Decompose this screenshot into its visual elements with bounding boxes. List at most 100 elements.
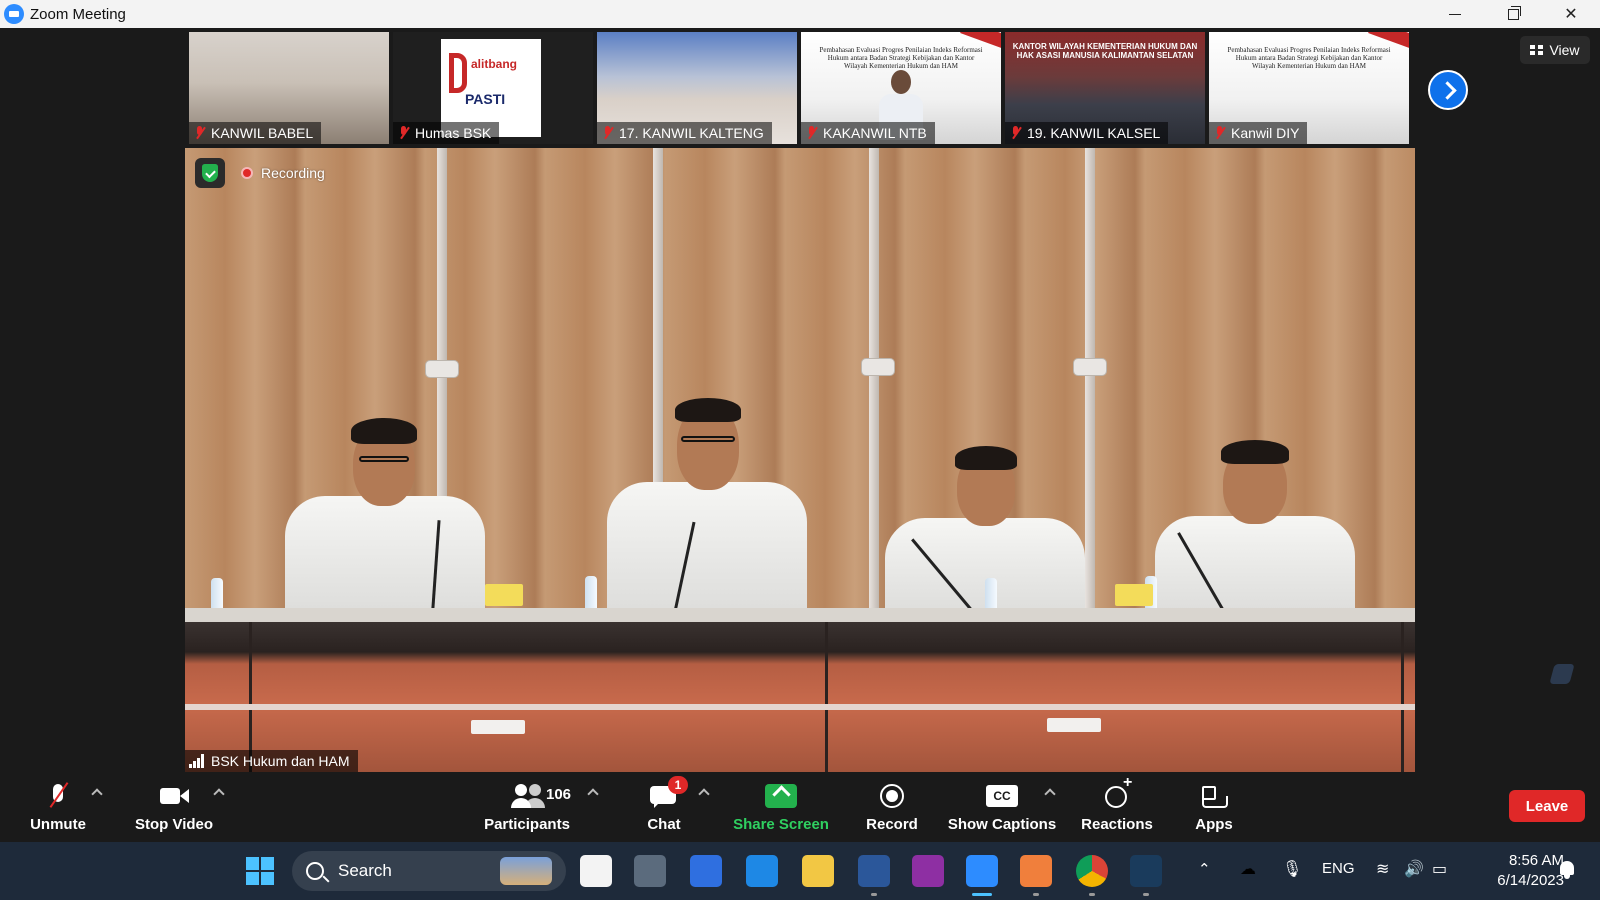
office-banner-text: KANTOR WILAYAH KEMENTERIAN HUKUM DAN HAK… <box>1012 42 1198 60</box>
show-hidden-icons-chevron-icon[interactable]: ⌃ <box>1198 860 1211 878</box>
minimize-button[interactable] <box>1426 0 1484 28</box>
muted-microphone-icon <box>38 780 78 812</box>
closed-captions-icon <box>982 780 1022 812</box>
show-captions-button[interactable]: Show Captions <box>948 780 1056 840</box>
reactions-label: Reactions <box>1081 816 1153 833</box>
record-label: Record <box>866 816 918 833</box>
water-bottle <box>585 576 597 610</box>
participants-options-chevron-icon[interactable] <box>587 788 599 800</box>
close-icon: ✕ <box>1564 6 1578 23</box>
water-bottle <box>985 578 997 612</box>
chrome-icon[interactable] <box>1076 855 1108 896</box>
tile-name-bar: KAKANWIL NTB <box>801 122 935 144</box>
file-explorer-icon[interactable] <box>802 855 834 887</box>
leave-button[interactable]: Leave <box>1509 790 1585 822</box>
window-title: Zoom Meeting <box>30 5 126 23</box>
video-options-chevron-icon[interactable] <box>213 788 225 800</box>
unmute-label: Unmute <box>30 816 86 833</box>
next-page-arrow-icon[interactable] <box>1428 70 1468 110</box>
snack-box <box>485 584 523 606</box>
notepad-icon[interactable] <box>746 855 778 887</box>
close-button[interactable]: ✕ <box>1542 0 1600 28</box>
taskbar-clock[interactable]: 8:56 AM 6/14/2023 <box>1468 851 1564 891</box>
zoom-taskbar-icon[interactable] <box>966 855 998 896</box>
logo-mark <box>449 53 467 93</box>
app-launcher-icon[interactable] <box>1130 855 1162 896</box>
onedrive-cloud-icon[interactable]: ☁ <box>1240 859 1262 881</box>
docs-icon[interactable] <box>690 855 722 887</box>
zoom-app-icon <box>4 4 24 24</box>
floating-pen-icon[interactable] <box>1548 660 1576 688</box>
reactions-button[interactable]: Reactions <box>1081 774 1153 840</box>
participant-name: 17. KANWIL KALTENG <box>619 125 764 141</box>
reactions-smiley-icon <box>1097 774 1137 812</box>
participant-tile-kanwil-kalteng[interactable]: 17. KANWIL KALTENG <box>597 32 797 144</box>
chat-label: Chat <box>647 816 681 833</box>
logo-text: alitbang <box>471 57 518 71</box>
calculator-icon[interactable] <box>634 855 666 887</box>
wall-pillar <box>869 148 879 618</box>
muted-mic-icon <box>1009 125 1023 141</box>
table-divider <box>825 622 828 772</box>
seated-person <box>285 418 485 618</box>
share-screen-button[interactable]: Share Screen <box>733 780 829 840</box>
participant-tile-kanwil-babel[interactable]: KANWIL BABEL <box>189 32 389 144</box>
participant-tile-kanwil-kalsel[interactable]: KANTOR WILAYAH KEMENTERIAN HUKUM DAN HAK… <box>1005 32 1205 144</box>
restore-icon <box>1507 5 1521 20</box>
view-button[interactable]: View <box>1520 36 1590 64</box>
stop-video-button[interactable]: Stop Video <box>134 780 214 840</box>
notification-bell-icon[interactable] <box>1558 861 1576 879</box>
window-titlebar: Zoom Meeting ✕ <box>0 0 1600 28</box>
microphone-tray-icon[interactable]: 🎙 <box>1282 859 1304 881</box>
wall-bracket <box>861 358 895 376</box>
windows-start-icon[interactable] <box>246 857 274 885</box>
tile-name-bar: 19. KANWIL KALSEL <box>1005 122 1169 144</box>
muted-mic-icon <box>805 125 819 141</box>
participants-label: Participants <box>484 816 570 833</box>
main-speaker-video[interactable]: Recording BSK Hukum dan HAM <box>185 148 1415 772</box>
seated-person <box>1155 440 1355 618</box>
security-shield-icon[interactable] <box>195 158 225 188</box>
unmute-button[interactable]: Unmute <box>28 780 88 840</box>
record-button[interactable]: Record <box>866 780 918 840</box>
view-label: View <box>1549 42 1580 58</box>
wifi-icon[interactable]: ≋ <box>1376 859 1398 881</box>
apps-button[interactable]: Apps <box>1194 780 1234 840</box>
restore-button[interactable] <box>1484 0 1542 28</box>
logo-text-pasti: PASTI <box>465 91 506 107</box>
table-divider <box>1401 622 1404 772</box>
participants-icon <box>507 780 547 812</box>
chat-unread-badge: 1 <box>668 776 688 794</box>
wall-bracket <box>425 360 459 378</box>
wall-bracket <box>1073 358 1107 376</box>
recording-indicator[interactable]: Recording <box>241 162 325 184</box>
seated-person <box>607 398 807 618</box>
battery-icon[interactable]: ▭ <box>1432 859 1454 881</box>
participant-name: Humas BSK <box>415 125 492 141</box>
participant-tile-kakanwil-ntb[interactable]: Pembahasan Evaluasi Progres Penilaian In… <box>801 32 1001 144</box>
chat-options-chevron-icon[interactable] <box>698 788 710 800</box>
nameplate <box>471 720 525 734</box>
input-language[interactable]: ENG <box>1322 860 1355 877</box>
window-controls: ✕ <box>1426 0 1600 28</box>
volume-icon[interactable]: 🔊 <box>1404 859 1426 881</box>
water-bottle <box>211 578 223 612</box>
minimize-icon <box>1449 13 1461 15</box>
meeting-area: KANWIL BABEL alitbang PASTI Humas BSK 17… <box>0 28 1600 776</box>
pdf-app-icon[interactable] <box>912 855 944 887</box>
presentation-app-icon[interactable] <box>1020 855 1052 896</box>
snipping-tool-icon[interactable] <box>580 855 612 887</box>
audio-options-chevron-icon[interactable] <box>91 788 103 800</box>
record-icon <box>872 780 912 812</box>
participant-tile-kanwil-diy[interactable]: Pembahasan Evaluasi Progres Penilaian In… <box>1209 32 1409 144</box>
participant-tile-humas-bsk[interactable]: alitbang PASTI Humas BSK <box>393 32 593 144</box>
taskbar-search-box[interactable]: Search <box>292 851 566 891</box>
word-icon[interactable] <box>858 855 890 896</box>
meeting-controls-bar: Unmute Stop Video Participants 106 Chat … <box>0 774 1600 842</box>
share-screen-icon <box>761 780 801 812</box>
participant-name: KANWIL BABEL <box>211 125 314 141</box>
main-speaker-name-bar: BSK Hukum dan HAM <box>185 750 358 772</box>
participant-name: Kanwil DIY <box>1231 125 1300 141</box>
apps-icon <box>1194 780 1234 812</box>
conference-table-front <box>185 622 1415 772</box>
